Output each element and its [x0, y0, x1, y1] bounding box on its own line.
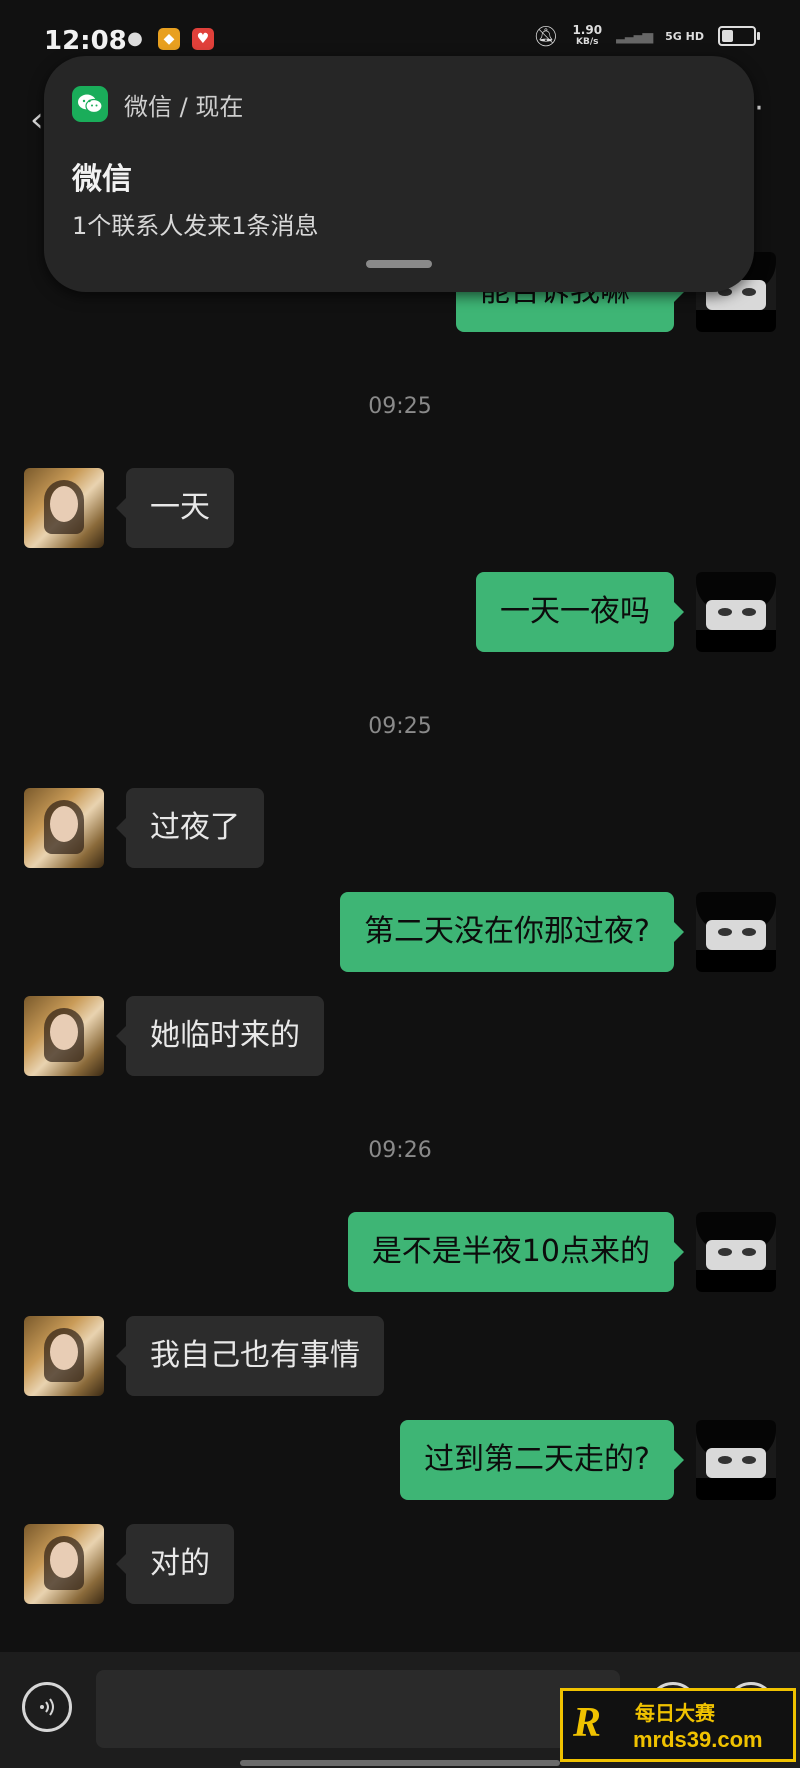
my-avatar[interactable] [696, 1212, 776, 1292]
message-text: 过夜了 [150, 810, 240, 845]
message-text: 对的 [150, 1546, 210, 1581]
my-avatar[interactable] [696, 892, 776, 972]
watermark-logo: R 每日大赛 mrds39.com [560, 1688, 796, 1762]
message-text: 第二天没在你那过夜? [364, 914, 650, 949]
my-avatar[interactable] [696, 1420, 776, 1500]
message-text: 一天一夜吗 [500, 594, 650, 629]
message-bubble-left[interactable]: 对的 [116, 1524, 234, 1604]
back-icon[interactable]: ‹ [30, 100, 44, 140]
notification-banner[interactable]: 微信 / 现在 微信 1个联系人发来1条消息 [44, 56, 754, 292]
message-text: 她临时来的 [150, 1018, 300, 1053]
timestamp: 09:26 [368, 1138, 432, 1163]
watermark-name: 每日大赛 [635, 1701, 715, 1725]
message-text: 过到第二天走的? [424, 1442, 650, 1477]
notification-title: 微信 [72, 162, 132, 197]
voice-input-button[interactable] [22, 1682, 72, 1732]
notification-header: 微信 / 现在 [72, 86, 243, 122]
contact-avatar[interactable] [24, 1316, 104, 1396]
timestamp: 09:25 [368, 394, 432, 419]
notification-drag-handle[interactable] [366, 260, 432, 268]
message-text: 一天 [150, 490, 210, 525]
watermark-url: mrds39.com [633, 1727, 763, 1752]
message-bubble-left[interactable]: 我自己也有事情 [116, 1316, 384, 1396]
contact-avatar[interactable] [24, 788, 104, 868]
home-indicator[interactable] [240, 1760, 560, 1766]
message-bubble-right[interactable]: 是不是半夜10点来的 [347, 1212, 685, 1292]
message-text: 我自己也有事情 [150, 1338, 360, 1373]
notification-app-name: 微信 / 现在 [124, 92, 244, 121]
message-bubble-right[interactable]: 过到第二天走的? [400, 1420, 684, 1500]
notification-body: 1个联系人发来1条消息 [72, 212, 319, 240]
watermark-r-icon: R [573, 1700, 602, 1746]
message-bubble-left[interactable]: 一天 [116, 468, 234, 548]
timestamp: 09:25 [368, 714, 432, 739]
message-input[interactable] [96, 1670, 620, 1748]
my-avatar[interactable] [696, 572, 776, 652]
wechat-logo-icon [78, 94, 103, 114]
contact-avatar[interactable] [24, 468, 104, 548]
message-bubble-right[interactable]: 一天一夜吗 [476, 572, 684, 652]
message-text: 是不是半夜10点来的 [371, 1234, 650, 1269]
voice-icon [40, 1698, 54, 1716]
message-bubble-left[interactable]: 她临时来的 [116, 996, 324, 1076]
message-bubble-left[interactable]: 过夜了 [116, 788, 264, 868]
message-bubble-right[interactable]: 第二天没在你那过夜? [340, 892, 684, 972]
wechat-icon [72, 86, 108, 122]
contact-avatar[interactable] [24, 996, 104, 1076]
contact-avatar[interactable] [24, 1524, 104, 1604]
